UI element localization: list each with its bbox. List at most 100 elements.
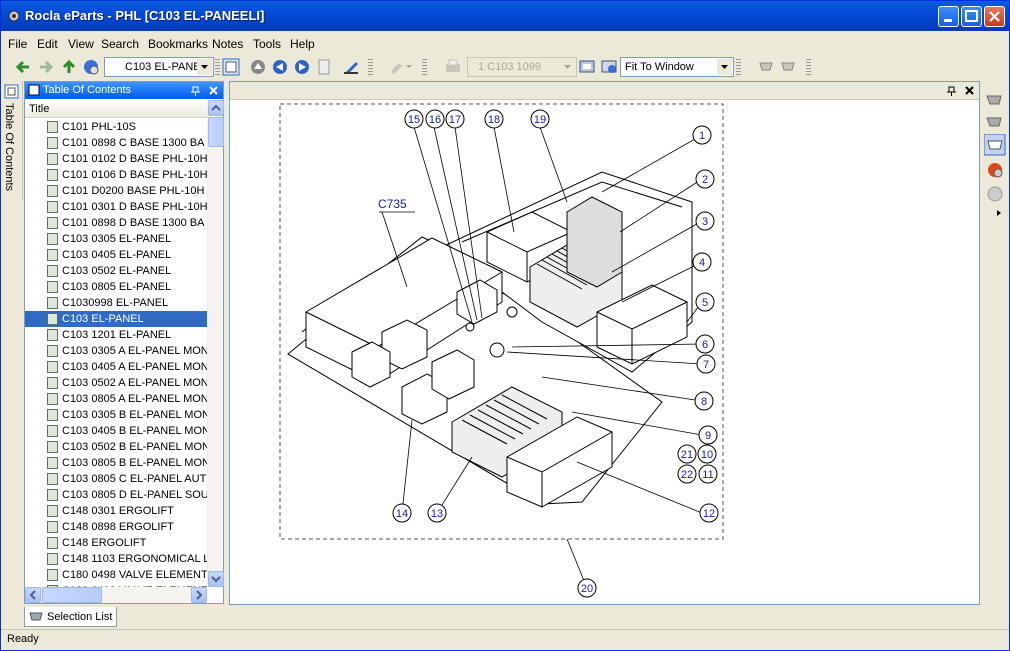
toc-item[interactable]: C148 1103 ERGONOMICAL L (25, 551, 207, 567)
toc-item[interactable]: C101 D0200 BASE PHL-10H (25, 183, 207, 199)
nav-up-icon[interactable] (250, 59, 266, 75)
column-header-title[interactable]: Title (25, 100, 207, 118)
callout-21[interactable]: 21 (677, 444, 697, 464)
cart-remove-icon[interactable] (986, 113, 1004, 131)
callout-14[interactable]: 14 (392, 503, 412, 523)
toc-item[interactable]: C1030998 EL-PANEL (25, 295, 207, 311)
toc-item[interactable]: C103 0805 C EL-PANEL AUT (25, 471, 207, 487)
toc-item[interactable]: C103 0405 EL-PANEL (25, 247, 207, 263)
home-icon[interactable] (82, 58, 100, 76)
callout-6[interactable]: 6 (695, 334, 715, 354)
close-icon[interactable] (964, 85, 975, 96)
close-icon[interactable] (208, 85, 219, 96)
minimize-button[interactable] (938, 6, 959, 27)
callout-20[interactable]: 20 (577, 578, 597, 598)
zoom-combo[interactable]: Fit To Window (620, 57, 734, 77)
toc-tab-icon[interactable] (4, 84, 19, 99)
note-dropdown-icon[interactable] (389, 59, 415, 75)
selection-list-tab[interactable]: Selection List (24, 607, 117, 627)
menu-edit[interactable]: Edit (37, 37, 58, 51)
toc-item[interactable]: C103 0805 D EL-PANEL SOU (25, 487, 207, 503)
menu-notes[interactable]: Notes (212, 37, 243, 51)
menu-help[interactable]: Help (290, 37, 315, 51)
page-icon[interactable] (316, 59, 332, 75)
toc-item[interactable]: C103 EL-PANEL (25, 311, 207, 327)
order-icon[interactable] (986, 161, 1004, 179)
toc-item[interactable]: C103 1201 EL-PANEL (25, 327, 207, 343)
callout-13[interactable]: 13 (427, 503, 447, 523)
close-button[interactable] (984, 6, 1005, 27)
callout-17[interactable]: 17 (445, 109, 465, 129)
toc-item[interactable]: C148 0301 ERGOLIFT (25, 503, 207, 519)
callout-8[interactable]: 8 (694, 391, 714, 411)
bookmark-icon[interactable] (343, 59, 359, 75)
overflow-icon[interactable] (996, 209, 1004, 217)
callout-5[interactable]: 5 (695, 292, 715, 312)
toc-item[interactable]: C148 0898 ERGOLIFT (25, 519, 207, 535)
toc-item[interactable]: C101 0106 D BASE PHL-10H (25, 167, 207, 183)
back-icon[interactable] (14, 58, 32, 76)
callout-7[interactable]: 7 (696, 354, 716, 374)
nav-first-icon[interactable] (272, 59, 288, 75)
exploded-diagram[interactable]: 123456789101112131415 16 17 18 19202122C735 (230, 101, 979, 604)
callout-11[interactable]: 11 (698, 464, 718, 484)
callout-1[interactable]: 1 (692, 125, 712, 145)
cart-add-icon[interactable] (986, 91, 1004, 109)
menu-search[interactable]: Search (101, 37, 139, 51)
scroll-up-button[interactable] (208, 100, 224, 116)
callout-10[interactable]: 10 (697, 444, 717, 464)
toc-item[interactable]: C103 0405 B EL-PANEL MON (25, 423, 207, 439)
toc-item[interactable]: C103 0502 EL-PANEL (25, 263, 207, 279)
toc-item[interactable]: C101 0898 C BASE 1300 BA (25, 135, 207, 151)
toc-item[interactable]: C103 0502 A EL-PANEL MON (25, 375, 207, 391)
nav-next-icon[interactable] (294, 59, 310, 75)
menu-view[interactable]: View (68, 37, 94, 51)
document-viewer[interactable]: 1 2 3 4 5 6 7 8 9 10 11 12 13 14 15 16 17 18 19 20 21 22 C735 (229, 81, 980, 605)
toc-item[interactable]: C103 0805 A EL-PANEL MON (25, 391, 207, 407)
toc-item[interactable]: C103 0502 B EL-PANEL MON (25, 439, 207, 455)
zoom-page-icon[interactable] (579, 59, 597, 75)
forward-icon[interactable] (37, 58, 55, 76)
toc-item[interactable]: C103 0405 A EL-PANEL MON (25, 359, 207, 375)
toc-item[interactable]: C148 ERGOLIFT (25, 535, 207, 551)
callout-4[interactable]: 4 (692, 252, 712, 272)
toc-toggle-icon[interactable] (222, 58, 240, 76)
document-combo[interactable]: C103 EL-PANE (104, 57, 214, 77)
toc-item[interactable]: C101 PHL-10S (25, 119, 207, 135)
scroll-right-button[interactable] (191, 587, 207, 603)
callout-3[interactable]: 3 (695, 211, 715, 231)
fit-window-icon[interactable] (601, 59, 619, 75)
toc-item[interactable]: C101 0898 D BASE 1300 BA (25, 215, 207, 231)
pin-icon[interactable] (190, 85, 201, 96)
toc-horizontal-scrollbar[interactable] (25, 587, 207, 603)
toc-item[interactable]: C101 0102 D BASE PHL-10H (25, 151, 207, 167)
toc-item[interactable]: C103 0305 B EL-PANEL MON (25, 407, 207, 423)
toc-item[interactable]: C103 0305 A EL-PANEL MON (25, 343, 207, 359)
toc-item[interactable]: C180 0498 VALVE ELEMENT (25, 567, 207, 583)
maximize-button[interactable] (961, 6, 982, 27)
callout-15[interactable]: 15 (404, 109, 424, 129)
cart-remove-icon[interactable] (780, 59, 798, 75)
cart-add-icon[interactable] (758, 59, 776, 75)
toc-item[interactable]: C103 0805 EL-PANEL (25, 279, 207, 295)
menu-tools[interactable]: Tools (253, 37, 281, 51)
callout-2[interactable]: 2 (695, 169, 715, 189)
page-combo[interactable]: 1 C103 1099 (467, 57, 577, 77)
callout-19[interactable]: 19 (530, 109, 550, 129)
cart-view-icon[interactable] (984, 134, 1006, 156)
toc-vertical-scrollbar[interactable] (207, 100, 224, 587)
pin-icon[interactable] (946, 85, 957, 96)
search-parts-icon[interactable] (986, 185, 1004, 203)
scroll-down-button[interactable] (208, 571, 224, 587)
print-icon[interactable] (444, 59, 462, 75)
toc-item[interactable]: C101 0301 D BASE PHL-10H (25, 199, 207, 215)
callout-12[interactable]: 12 (699, 503, 719, 523)
scroll-left-button[interactable] (25, 587, 41, 603)
scroll-thumb[interactable] (208, 117, 224, 147)
toc-item[interactable]: C103 0305 EL-PANEL (25, 231, 207, 247)
callout-18[interactable]: 18 (484, 109, 504, 129)
callout-9[interactable]: 9 (698, 425, 718, 445)
menu-bookmarks[interactable]: Bookmarks (148, 37, 208, 51)
up-icon[interactable] (60, 58, 78, 76)
menu-file[interactable]: File (8, 37, 27, 51)
